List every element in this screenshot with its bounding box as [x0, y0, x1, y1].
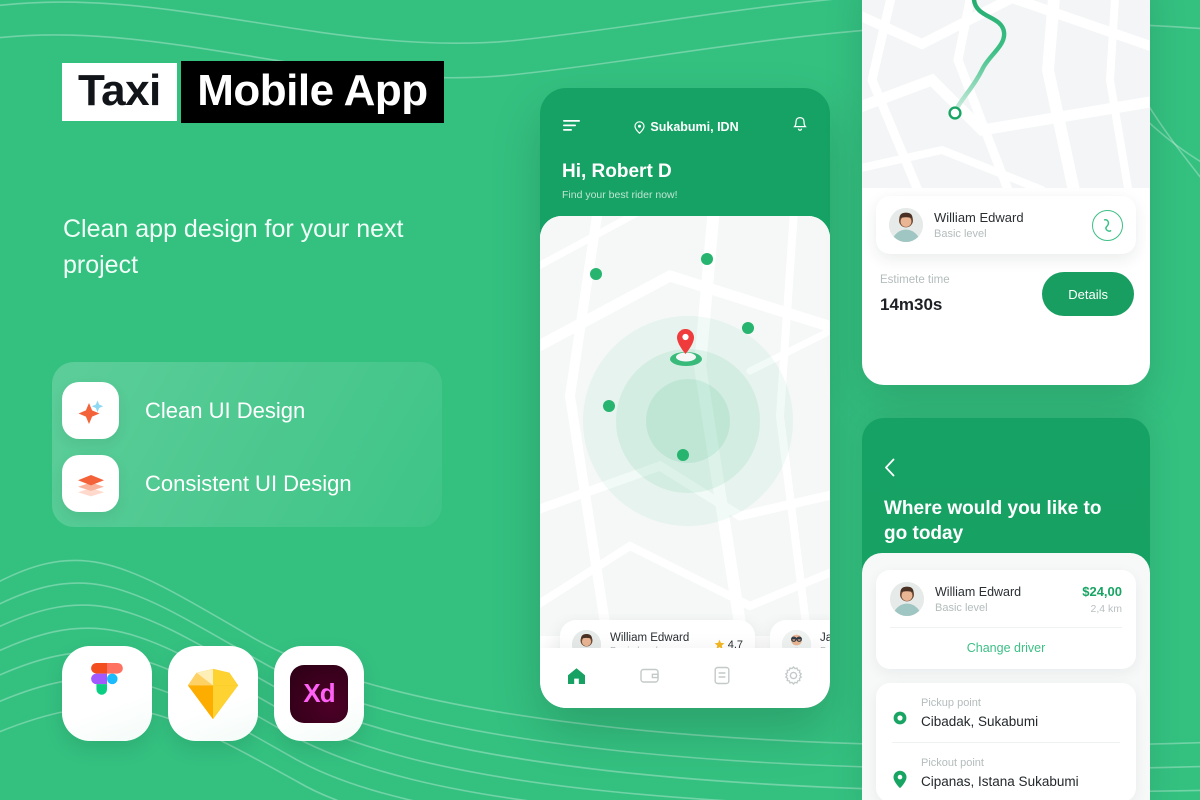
tagline-text: Find your best rider now!: [562, 189, 678, 201]
sparkle-icon: [62, 382, 119, 439]
feature-label: Consistent UI Design: [145, 470, 352, 496]
wallet-icon: [640, 668, 660, 683]
hero-subtitle: Clean app design for your next project: [63, 215, 404, 279]
nav-item-settings[interactable]: [784, 666, 803, 690]
feature-item-clean-ui: Clean UI Design: [62, 382, 305, 439]
nearby-drivers-map[interactable]: [540, 216, 830, 636]
location-label: Sukabumi, IDN: [650, 120, 739, 134]
point-label: Pickout point: [921, 757, 984, 769]
location-indicator[interactable]: Sukabumi, IDN: [634, 120, 739, 134]
trip-estimate-row: Estimete time 14m30s Details: [880, 272, 1134, 316]
point-label: Pickup point: [921, 697, 981, 709]
nav-item-home[interactable]: [567, 667, 586, 690]
circle-marker-icon: [893, 711, 907, 725]
driver-level: Basic level: [935, 601, 988, 614]
tool-tile-figma[interactable]: [62, 646, 152, 741]
driver-name: William Edward: [935, 584, 1022, 599]
adobe-xd-logo: Xd: [290, 664, 348, 723]
phone-home-screen: Sukabumi, IDN Hi, Robert D Find your bes…: [540, 88, 830, 708]
nav-item-documents[interactable]: [714, 666, 730, 690]
pickup-point-row[interactable]: Pickup point Cibadak, Sukabumi: [876, 683, 1136, 742]
tool-tile-sketch[interactable]: [168, 646, 258, 741]
pickout-point-row[interactable]: Pickout point Cipanas, Istana Sukabumi: [876, 743, 1136, 800]
page-title: Taxi Mobile App: [62, 61, 444, 123]
tool-tile-adobe-xd[interactable]: Xd: [274, 646, 364, 741]
gear-icon: [784, 666, 803, 685]
feature-item-consistent-ui: Consistent UI Design: [62, 455, 352, 512]
change-driver-link[interactable]: Change driver: [876, 628, 1136, 669]
driver-name: Jane Cooper: [820, 632, 830, 644]
phone-header: Sukabumi, IDN Hi, Robert D Find your bes…: [540, 88, 830, 216]
route-map[interactable]: [862, 0, 1150, 188]
point-value: Cibadak, Sukabumi: [921, 714, 1039, 729]
details-button[interactable]: Details: [1042, 272, 1134, 316]
trip-tracking-card: William Edward Basic level Estimete time…: [862, 0, 1150, 385]
title-line-mobile-app: Mobile App: [181, 61, 444, 123]
title-line-taxi: Taxi: [62, 63, 177, 121]
feature-label: Clean UI Design: [145, 397, 306, 423]
assigned-driver-row[interactable]: William Edward Basic level: [876, 196, 1136, 254]
map-pin-icon: [634, 120, 645, 134]
home-icon: [568, 667, 586, 684]
bell-icon[interactable]: [792, 116, 808, 138]
document-icon: [714, 666, 730, 685]
tool-logo-row: Xd: [62, 646, 364, 741]
pin-marker-icon: [893, 770, 907, 789]
point-value: Cipanas, Istana Sukabumi: [921, 774, 1079, 789]
poster-canvas: Taxi Mobile App Clean app design for you…: [0, 0, 1200, 800]
selected-driver-row[interactable]: William Edward Basic level $24,00 2,4 km: [876, 570, 1136, 627]
trip-price: $24,00: [1082, 583, 1122, 599]
sketch-logo: [187, 668, 239, 719]
hamburger-menu-icon[interactable]: [562, 118, 581, 137]
destination-picker-card: Where would you like to go today William…: [862, 418, 1150, 800]
destination-sheet: William Edward Basic level $24,00 2,4 km…: [862, 553, 1150, 800]
estimate-label: Estimete time: [880, 273, 950, 286]
figma-logo: [91, 662, 123, 695]
estimate-value: 14m30s: [880, 294, 943, 314]
driver-name: William Edward: [610, 632, 690, 644]
destination-title: Where would you like to go today: [884, 498, 1102, 545]
driver-name: William Edward: [934, 210, 1024, 225]
adobe-xd-label: Xd: [303, 678, 335, 708]
avatar: [890, 582, 924, 616]
avatar: [889, 208, 923, 242]
hero-panel: Taxi Mobile App Clean app design for you…: [0, 0, 520, 800]
driver-level: Basic level: [934, 228, 987, 240]
phone-call-icon[interactable]: [1092, 209, 1123, 241]
feature-list-panel: Clean UI Design Consistent UI Design: [52, 362, 442, 527]
trip-distance: 2,4 km: [1090, 602, 1122, 615]
route-points-block: Pickup point Cibadak, Sukabumi Pickout p…: [876, 683, 1136, 800]
phone-body: William Edward Basic level 4,7 34%: [540, 216, 830, 708]
chevron-left-icon[interactable]: [884, 458, 896, 482]
layers-icon: [62, 455, 119, 512]
nav-item-wallet[interactable]: [640, 667, 660, 689]
selected-driver-block: William Edward Basic level $24,00 2,4 km…: [876, 570, 1136, 669]
greeting-text: Hi, Robert D: [562, 161, 672, 182]
bottom-navigation[interactable]: [540, 648, 830, 708]
